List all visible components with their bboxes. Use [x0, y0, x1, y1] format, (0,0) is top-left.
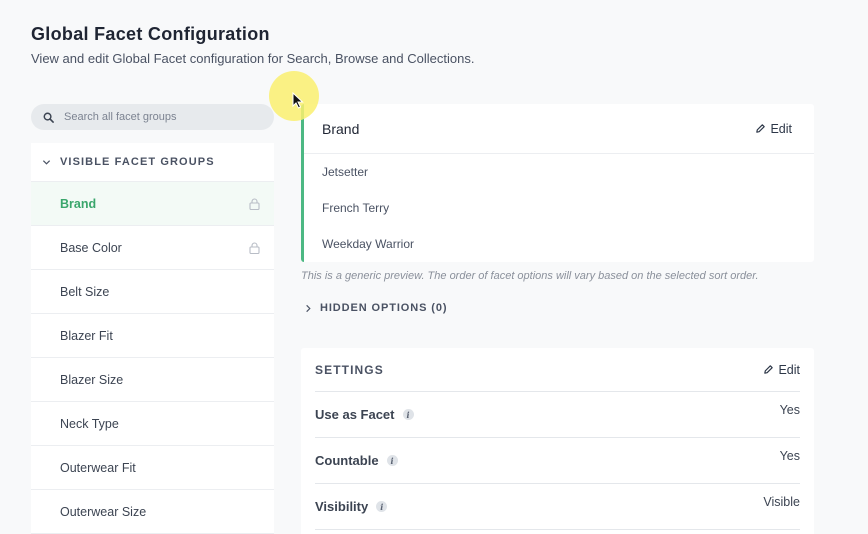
sidebar-item-label: Blazer Size: [60, 372, 124, 387]
mouse-pointer-icon: [292, 92, 304, 109]
sidebar-item-brand[interactable]: Brand: [31, 182, 274, 226]
facet-option: Jetsetter: [322, 165, 369, 179]
setting-row-visibility: Visibility i Visible: [315, 484, 800, 530]
sidebar-item-belt-size[interactable]: Belt Size: [31, 270, 274, 314]
hidden-options-toggle[interactable]: HIDDEN OPTIONS (0): [304, 302, 447, 314]
search-icon: [43, 112, 54, 123]
chevron-right-icon: [306, 304, 311, 312]
sidebar-item-blazer-fit[interactable]: Blazer Fit: [31, 314, 274, 358]
pencil-icon: [756, 124, 766, 133]
lock-icon: [249, 197, 260, 210]
info-icon[interactable]: i: [376, 501, 388, 512]
facet-preview-card: Brand Edit Jetsetter French Terry Weekda…: [301, 104, 814, 262]
preview-note: This is a generic preview. The order of …: [301, 270, 759, 282]
facet-search-box[interactable]: [31, 104, 274, 130]
pencil-icon: [764, 365, 774, 374]
facet-search-input[interactable]: [64, 111, 254, 123]
sidebar-item-label: Outerwear Size: [60, 504, 147, 519]
info-icon[interactable]: i: [386, 455, 398, 466]
setting-label: Use as Facet: [315, 407, 395, 422]
settings-edit-button[interactable]: Edit: [763, 363, 800, 377]
setting-value: Yes: [779, 448, 800, 463]
facet-option: Weekday Warrior: [322, 237, 415, 251]
sidebar-item-outerwear-fit[interactable]: Outerwear Fit: [31, 446, 274, 490]
hidden-options-label: HIDDEN OPTIONS (0): [320, 302, 448, 314]
sidebar-item-label: Outerwear Fit: [60, 460, 136, 475]
preview-header: Brand Edit: [304, 104, 814, 154]
sidebar-item-neck-type[interactable]: Neck Type: [31, 402, 274, 446]
sidebar-item-label: Brand: [60, 196, 97, 211]
setting-value: Visible: [763, 494, 800, 509]
lock-icon: [249, 241, 260, 254]
facet-option: French Terry: [322, 201, 390, 215]
sidebar-item-label: Neck Type: [60, 416, 119, 431]
sidebar-item-outerwear-size[interactable]: Outerwear Size: [31, 490, 274, 534]
sidebar-item-base-color[interactable]: Base Color: [31, 226, 274, 270]
settings-card: SETTINGS Edit Use as Facet i Yes Countab…: [301, 348, 814, 534]
setting-label: Countable: [315, 453, 379, 468]
setting-label: Visibility: [315, 499, 369, 514]
settings-title: SETTINGS: [315, 362, 384, 377]
visible-facet-groups-label: VISIBLE FACET GROUPS: [60, 156, 215, 168]
chevron-down-icon: [42, 159, 51, 165]
sidebar-item-label: Belt Size: [60, 284, 110, 299]
sidebar-item-label: Base Color: [60, 240, 122, 255]
setting-value: Yes: [779, 402, 800, 417]
sidebar-item-blazer-size[interactable]: Blazer Size: [31, 358, 274, 402]
sidebar-item-label: Blazer Fit: [60, 328, 113, 343]
preview-edit-button[interactable]: Edit: [755, 122, 792, 136]
info-icon[interactable]: i: [402, 409, 414, 420]
visible-facet-groups-toggle[interactable]: VISIBLE FACET GROUPS: [31, 143, 274, 182]
settings-edit-label: Edit: [778, 362, 800, 377]
preview-edit-label: Edit: [770, 121, 792, 136]
page-subtitle: View and edit Global Facet configuration…: [31, 51, 475, 66]
setting-row-countable: Countable i Yes: [315, 438, 800, 484]
facet-group-list: VISIBLE FACET GROUPS Brand Base Color Be…: [31, 143, 274, 534]
setting-row-use-as-facet: Use as Facet i Yes: [315, 392, 800, 438]
settings-header: SETTINGS Edit: [315, 348, 800, 392]
preview-title: Brand: [322, 120, 360, 137]
page-title: Global Facet Configuration: [31, 24, 270, 44]
